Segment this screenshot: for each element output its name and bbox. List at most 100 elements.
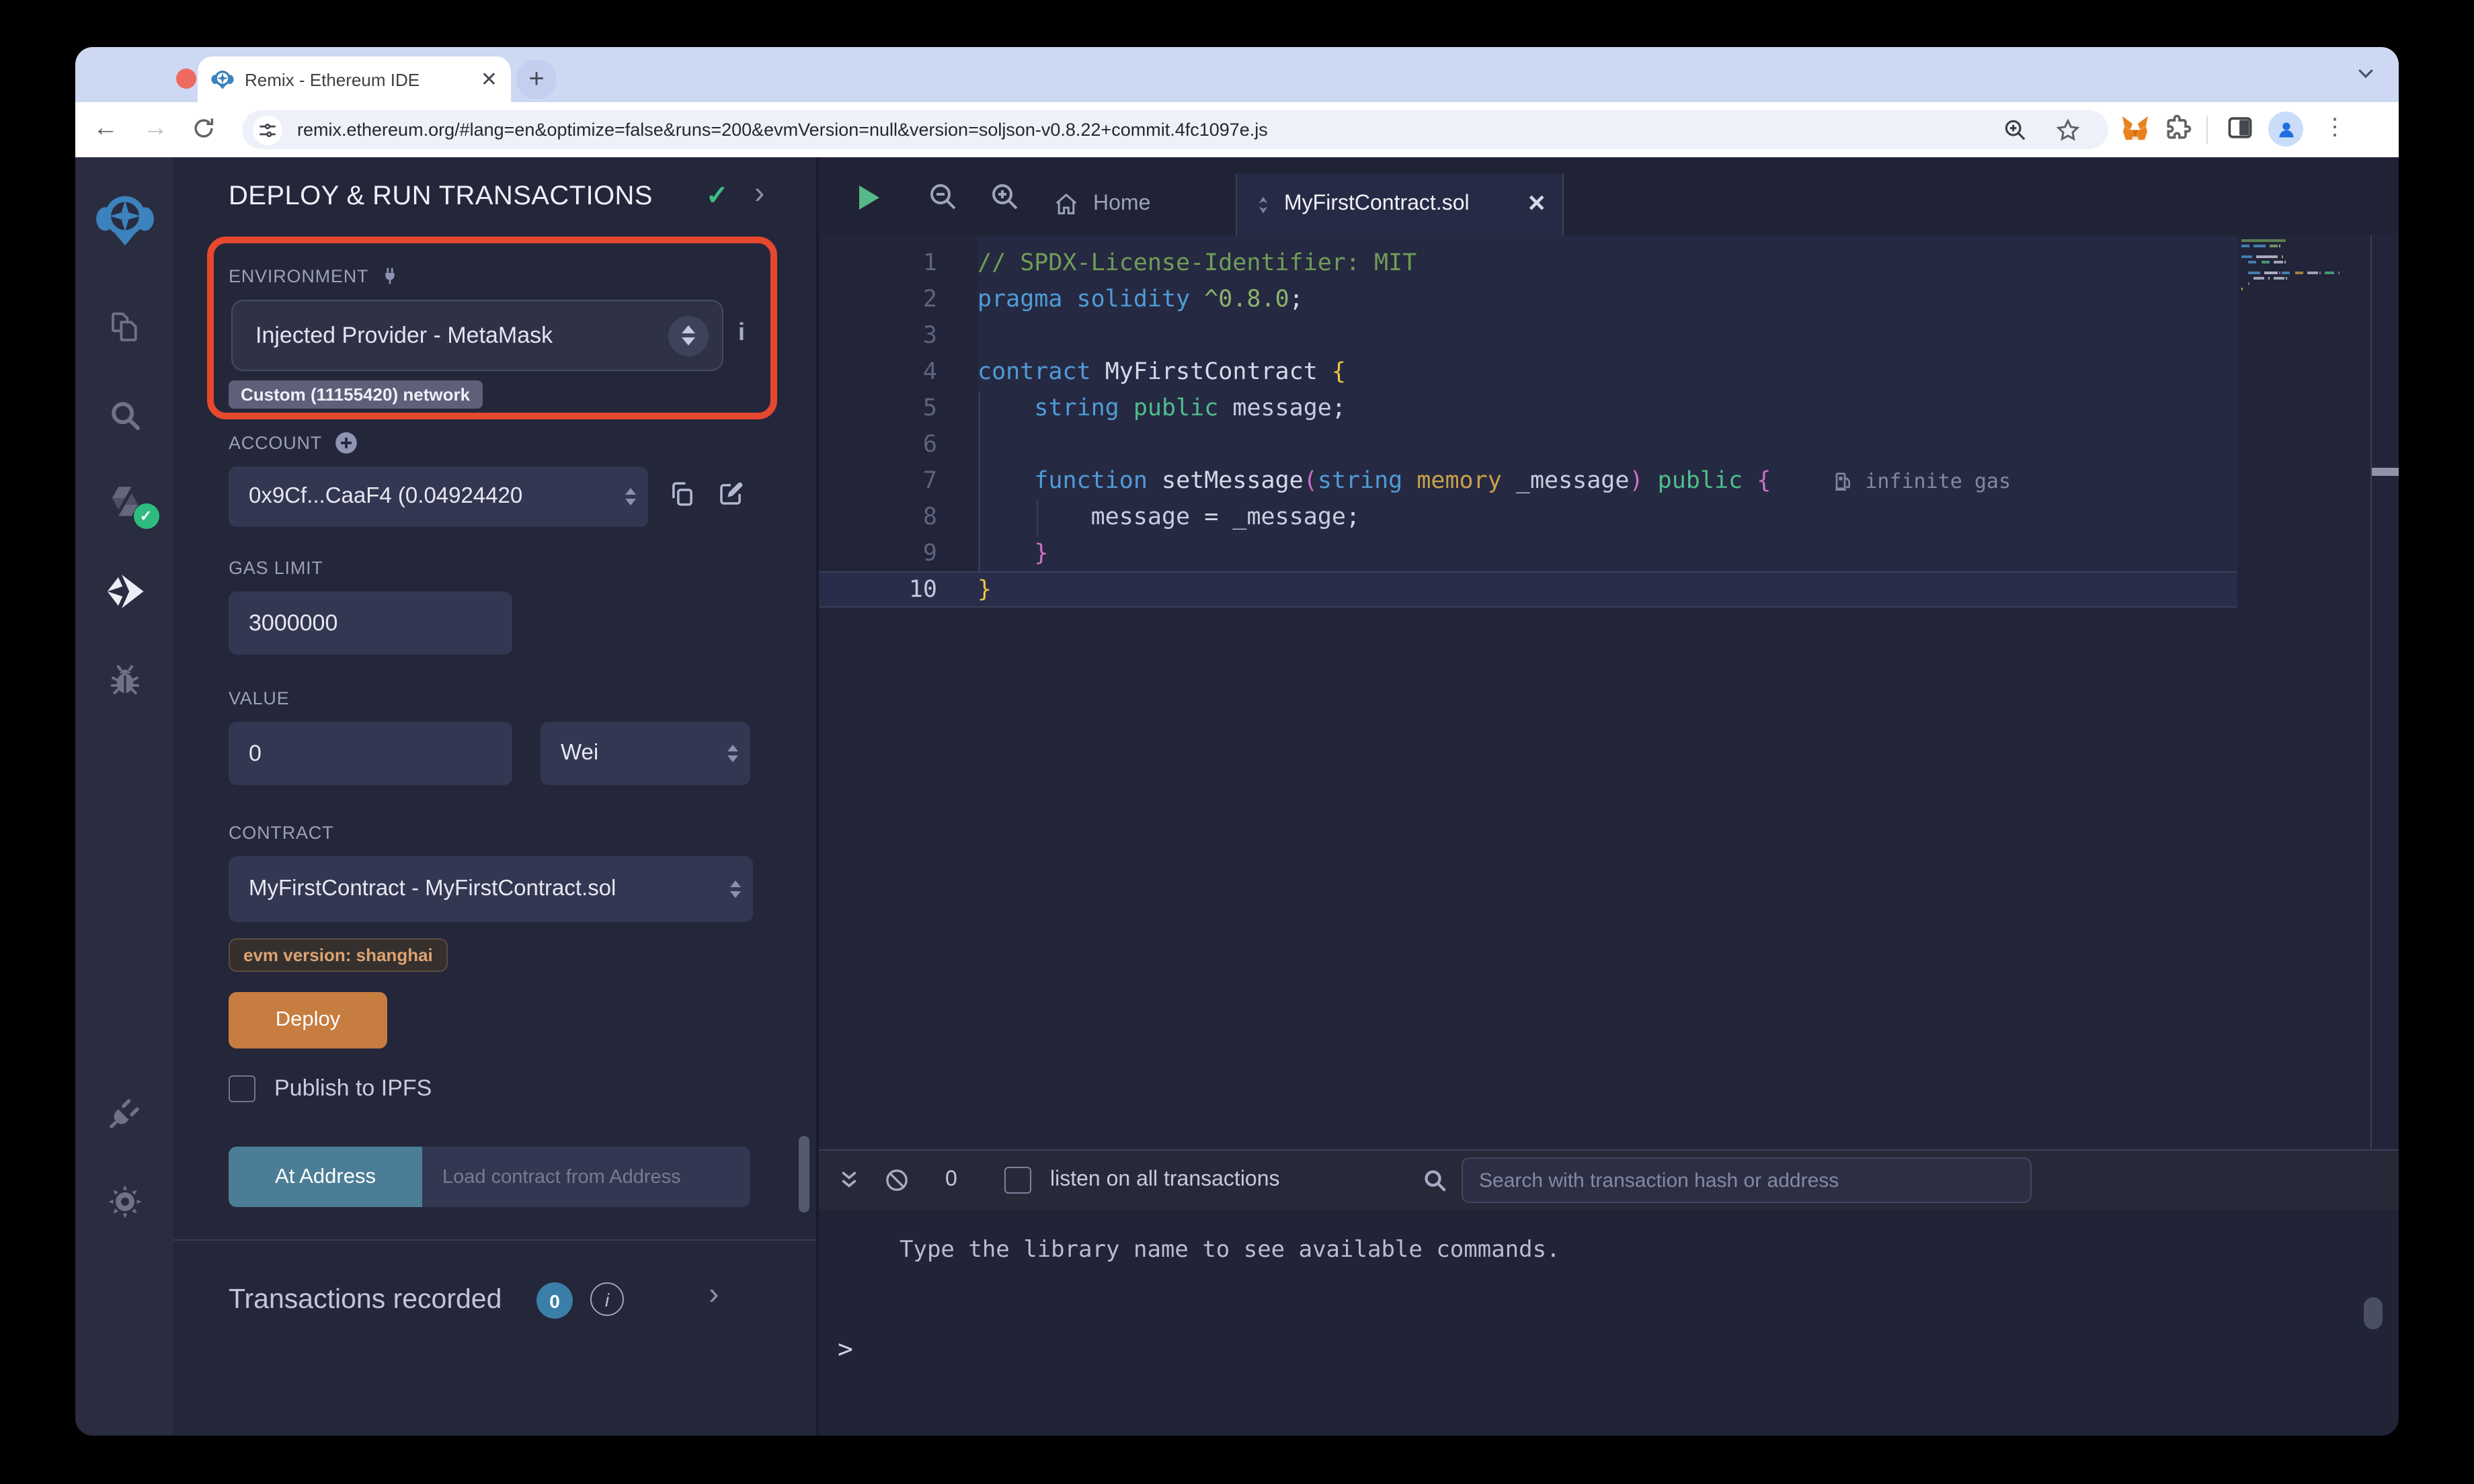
code-line[interactable]: 10} bbox=[819, 571, 2237, 608]
window-close-button[interactable] bbox=[176, 69, 196, 89]
code-line[interactable]: 8 message = _message; bbox=[819, 499, 2237, 535]
side-panel-scrollbar[interactable] bbox=[799, 1136, 809, 1212]
code-line[interactable]: 3 bbox=[819, 317, 2237, 354]
debugger-icon[interactable] bbox=[106, 662, 143, 698]
gas-limit-input[interactable] bbox=[229, 591, 512, 655]
close-tab-icon[interactable]: ✕ bbox=[1527, 191, 1547, 218]
line-number: 6 bbox=[819, 431, 937, 458]
panel-title: DEPLOY & RUN TRANSACTIONS bbox=[229, 181, 653, 212]
account-stepper-icon[interactable] bbox=[625, 488, 636, 505]
unit-stepper-icon[interactable] bbox=[727, 745, 738, 762]
transactions-expand-icon[interactable]: › bbox=[709, 1276, 719, 1312]
forward-arrow-icon[interactable]: → bbox=[143, 114, 168, 144]
browser-window: Remix - Ethereum IDE ✕ + ← → remix.ether… bbox=[75, 47, 2399, 1436]
site-settings-icon[interactable] bbox=[253, 115, 282, 145]
environment-info-icon[interactable]: i bbox=[738, 319, 745, 347]
browser-tab[interactable]: Remix - Ethereum IDE ✕ bbox=[198, 56, 511, 102]
environment-value: Injected Provider - MetaMask bbox=[255, 322, 668, 349]
run-script-play-icon[interactable] bbox=[859, 186, 879, 210]
copy-account-icon[interactable] bbox=[668, 480, 696, 508]
file-explorer-icon[interactable] bbox=[106, 308, 143, 345]
account-select[interactable]: 0x9Cf...CaaF4 (0.04924420 bbox=[229, 466, 648, 527]
add-account-icon[interactable] bbox=[333, 430, 358, 456]
line-number: 8 bbox=[819, 503, 937, 530]
environment-stepper-icon[interactable] bbox=[668, 315, 709, 356]
environment-select[interactable]: Injected Provider - MetaMask bbox=[231, 300, 723, 371]
line-number: 9 bbox=[819, 540, 937, 567]
extensions-puzzle-icon[interactable] bbox=[2163, 113, 2193, 142]
collapse-terminal-icon[interactable] bbox=[838, 1169, 861, 1192]
at-address-button[interactable]: At Address bbox=[229, 1147, 422, 1207]
section-divider bbox=[173, 1239, 816, 1241]
code-lines: 1// SPDX-License-Identifier: MIT2pragma … bbox=[819, 245, 2237, 608]
code-line[interactable]: 6 bbox=[819, 426, 2237, 462]
code-line[interactable]: 5 string public message; bbox=[819, 390, 2237, 426]
publish-ipfs-checkbox[interactable] bbox=[229, 1075, 255, 1102]
account-value: 0x9Cf...CaaF4 (0.04924420 bbox=[249, 484, 625, 509]
network-badge: Custom (11155420) network bbox=[229, 380, 482, 409]
line-number: 5 bbox=[819, 395, 937, 421]
tab-title: Remix - Ethereum IDE bbox=[245, 69, 473, 89]
terminal-search-input[interactable] bbox=[1462, 1157, 2032, 1203]
code-line[interactable]: 1// SPDX-License-Identifier: MIT bbox=[819, 245, 2237, 281]
code-line[interactable]: 4contract MyFirstContract { bbox=[819, 354, 2237, 390]
tab-search-chevron-icon[interactable] bbox=[2356, 63, 2376, 83]
contract-label: CONTRACT bbox=[229, 823, 333, 843]
zoom-icon[interactable] bbox=[2002, 117, 2028, 142]
remix-logo-icon[interactable] bbox=[95, 191, 154, 250]
edit-account-icon[interactable] bbox=[717, 480, 745, 508]
editor-scrollbar-thumb[interactable] bbox=[2372, 468, 2399, 476]
value-input[interactable] bbox=[229, 722, 512, 785]
back-arrow-icon[interactable]: ← bbox=[93, 114, 118, 144]
panel-chevron-icon[interactable]: › bbox=[754, 175, 764, 211]
profile-avatar[interactable] bbox=[2268, 112, 2303, 147]
new-tab-button[interactable]: + bbox=[516, 59, 557, 99]
home-icon bbox=[1053, 191, 1080, 218]
reload-icon[interactable] bbox=[191, 116, 216, 141]
at-address-input[interactable] bbox=[422, 1147, 750, 1207]
code-line[interactable]: 7 function setMessage(string memory _mes… bbox=[819, 462, 2237, 499]
remix-content: ✓ DEPLOY & RUN TRANSACTIONS ✓ bbox=[75, 157, 2399, 1436]
plugin-manager-icon[interactable] bbox=[106, 1095, 143, 1131]
tab-contract-file[interactable]: MyFirstContract.sol ✕ bbox=[1236, 173, 1564, 235]
terminal-prompt[interactable]: > bbox=[838, 1335, 853, 1364]
terminal-toolbar: 0 listen on all transactions bbox=[819, 1149, 2399, 1210]
value-unit-select[interactable]: Wei bbox=[541, 722, 750, 785]
editor-tab-bar: Home MyFirstContract.sol ✕ bbox=[819, 157, 2399, 235]
bookmark-star-icon[interactable] bbox=[2054, 116, 2081, 143]
search-icon[interactable] bbox=[106, 397, 143, 434]
contract-stepper-icon[interactable] bbox=[730, 880, 741, 898]
terminal-output[interactable]: Type the library name to see available c… bbox=[819, 1210, 2399, 1436]
metamask-fox-icon[interactable] bbox=[2119, 113, 2151, 145]
url-text[interactable]: remix.ethereum.org/#lang=en&optimize=fal… bbox=[297, 120, 2002, 140]
address-bar[interactable]: remix.ethereum.org/#lang=en&optimize=fal… bbox=[242, 110, 2108, 149]
minimap-code[interactable] bbox=[2241, 239, 2345, 293]
gas-limit-label: GAS LIMIT bbox=[229, 558, 323, 578]
menu-dots-icon[interactable]: ⋮ bbox=[2323, 114, 2346, 141]
code-line[interactable]: 9 } bbox=[819, 535, 2237, 571]
editor-zoom-in-icon[interactable] bbox=[988, 180, 1021, 212]
settings-gear-icon[interactable] bbox=[106, 1184, 143, 1220]
remix-favicon bbox=[211, 68, 234, 91]
side-panel-toggle-icon[interactable] bbox=[2225, 113, 2255, 142]
terminal-scrollbar-thumb[interactable] bbox=[2364, 1297, 2383, 1329]
code-line[interactable]: 2pragma solidity ^0.8.0; bbox=[819, 281, 2237, 317]
contract-select[interactable]: MyFirstContract - MyFirstContract.sol bbox=[229, 856, 753, 922]
tab-home-label: Home bbox=[1093, 192, 1150, 216]
code-editor[interactable]: 1// SPDX-License-Identifier: MIT2pragma … bbox=[819, 235, 2399, 1149]
deploy-button[interactable]: Deploy bbox=[229, 992, 387, 1048]
transactions-info-icon[interactable]: i bbox=[590, 1282, 624, 1316]
evm-version-badge: evm version: shanghai bbox=[229, 938, 448, 972]
publish-ipfs-label[interactable]: Publish to IPFS bbox=[274, 1075, 432, 1102]
listen-transactions-checkbox[interactable] bbox=[1004, 1167, 1031, 1194]
deploy-and-run-icon[interactable] bbox=[104, 571, 145, 612]
editor-zoom-out-icon[interactable] bbox=[926, 180, 959, 212]
clear-console-icon[interactable] bbox=[883, 1167, 910, 1194]
listen-transactions-label[interactable]: listen on all transactions bbox=[1050, 1168, 1280, 1192]
toolbar-divider bbox=[2206, 116, 2208, 144]
solidity-compiler-icon[interactable]: ✓ bbox=[105, 482, 144, 521]
line-number: 10 bbox=[819, 576, 937, 603]
tab-close-icon[interactable]: ✕ bbox=[481, 69, 497, 89]
terminal-search-icon bbox=[1421, 1167, 1448, 1194]
tab-home[interactable]: Home bbox=[1029, 173, 1174, 235]
